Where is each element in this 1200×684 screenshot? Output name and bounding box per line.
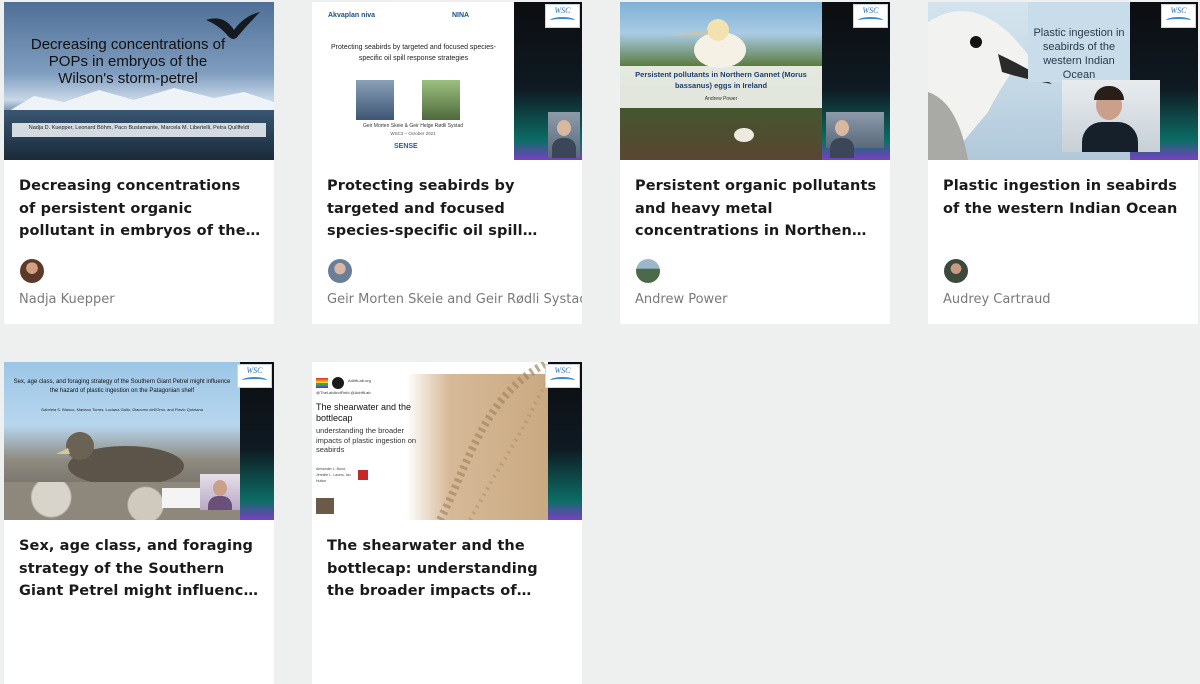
adrift-logo-icon	[332, 377, 344, 389]
speaker-avatar	[636, 259, 660, 283]
slide-subheading: understanding the broader impacts of pla…	[316, 426, 417, 454]
session-card[interactable]: Plastic ingestion in seabirds of the wes…	[928, 2, 1198, 324]
slide-names: Alexander L. Bond, Jennifer L. Lavers, I…	[316, 467, 351, 483]
slide-preview: Decreasing concentrations of POPs in emb…	[4, 2, 274, 160]
session-card[interactable]: Persistent pollutants in Northern Gannet…	[620, 2, 890, 324]
speaker-avatar	[328, 259, 352, 283]
presenter-video	[548, 112, 580, 158]
slide-presenter: Andrew Power	[704, 96, 738, 102]
video-sidebar: WSC	[822, 2, 890, 160]
slide-event: WSC3 – October 2021	[390, 131, 436, 136]
speaker-avatar	[944, 259, 968, 283]
video-sidebar: WSC	[545, 362, 582, 520]
presenter-video	[826, 112, 884, 158]
speaker-photo-1	[356, 80, 394, 120]
video-sidebar: WSC	[514, 2, 582, 160]
egg-graphic	[734, 128, 754, 142]
session-title[interactable]: The shearwater and the bottlecap: unders…	[327, 535, 569, 603]
rainbow-flag-icon	[316, 378, 328, 388]
wsc-logo: WSC	[237, 364, 272, 388]
nina-logo: NINA	[452, 12, 470, 19]
slide-names: Geir Morten Skeie & Geir Helge Rødli Sys…	[362, 123, 464, 129]
giant-petrel-icon	[56, 432, 184, 486]
sand-tracks-graphic	[436, 362, 548, 520]
slide-handle: AdriftLab.org	[348, 378, 371, 383]
speaker-name: Geir Morten Skeie and Geir Rødli Systad	[327, 292, 582, 307]
session-title[interactable]: Decreasing concentrations of persistent …	[19, 175, 261, 243]
session-title[interactable]: Protecting seabirds by targeted and focu…	[327, 175, 569, 243]
slide-heading: The shearwater and the bottlecap	[316, 402, 412, 423]
session-card[interactable]: AdriftLab.org @TheLabAndField @AdriftLab…	[312, 362, 582, 684]
slide-heading: Protecting seabirds by targeted and focu…	[331, 44, 496, 62]
session-title[interactable]: Plastic ingestion in seabirds of the wes…	[943, 175, 1185, 220]
presenter-video	[200, 474, 240, 510]
session-card[interactable]: Akvaplan niva NINA Protecting seabirds b…	[312, 2, 582, 324]
university-logo	[358, 470, 368, 480]
slide-authors: Nadja D. Kuepper, Leonard Böhm, Paco Bus…	[28, 125, 250, 131]
speaker-avatar	[20, 259, 44, 283]
slide-heading: Plastic ingestion in seabirds of the wes…	[1033, 27, 1125, 81]
speaker-name: Audrey Cartraud	[943, 292, 1051, 307]
slide-heading: Sex, age class, and foraging strategy of…	[13, 379, 231, 394]
speaker-name: Nadja Kuepper	[19, 292, 115, 307]
speaker-photo-2	[422, 80, 460, 120]
session-title[interactable]: Sex, age class, and foraging strategy of…	[19, 535, 261, 603]
slide-heading: Persistent pollutants in Northern Gannet…	[635, 70, 807, 90]
slide-preview: Persistent pollutants in Northern Gannet…	[620, 2, 822, 160]
video-sidebar: WSC	[237, 362, 274, 520]
speaker-name: Andrew Power	[635, 292, 728, 307]
session-title[interactable]: Persistent organic pollutants and heavy …	[635, 175, 877, 243]
presenter-video	[1062, 80, 1160, 152]
session-card[interactable]: Decreasing concentrations of POPs in emb…	[4, 2, 274, 324]
sense-logo: SENSE	[394, 143, 418, 150]
slide-authors: Gabriela S. Blanco, Mariano Torres, Luci…	[41, 407, 203, 412]
session-thumbnail[interactable]: Persistent pollutants in Northern Gannet…	[620, 2, 890, 160]
presenter-video	[316, 498, 334, 514]
session-thumbnail[interactable]: Akvaplan niva NINA Protecting seabirds b…	[312, 2, 582, 160]
session-thumbnail[interactable]: Plastic ingestion in seabirds of the wes…	[928, 2, 1198, 160]
slide-preview: Akvaplan niva NINA Protecting seabirds b…	[312, 2, 514, 160]
wsc-logo: WSC	[545, 4, 580, 28]
wsc-logo: WSC	[853, 4, 888, 28]
session-card[interactable]: Sex, age class, and foraging strategy of…	[4, 362, 274, 684]
slide-preview: AdriftLab.org @TheLabAndField @AdriftLab…	[312, 362, 548, 520]
session-thumbnail[interactable]: Decreasing concentrations of POPs in emb…	[4, 2, 274, 160]
gannet-icon	[666, 19, 746, 68]
slide-twitter: @TheLabAndField @AdriftLab	[316, 390, 371, 395]
slide-heading: Decreasing concentrations of POPs in emb…	[30, 36, 226, 87]
akvaplan-logo: Akvaplan niva	[328, 12, 376, 19]
session-thumbnail[interactable]: Sex, age class, and foraging strategy of…	[4, 362, 274, 520]
wsc-logo: WSC	[1161, 4, 1196, 28]
session-thumbnail[interactable]: AdriftLab.org @TheLabAndField @AdriftLab…	[312, 362, 582, 520]
wsc-logo: WSC	[545, 364, 580, 388]
